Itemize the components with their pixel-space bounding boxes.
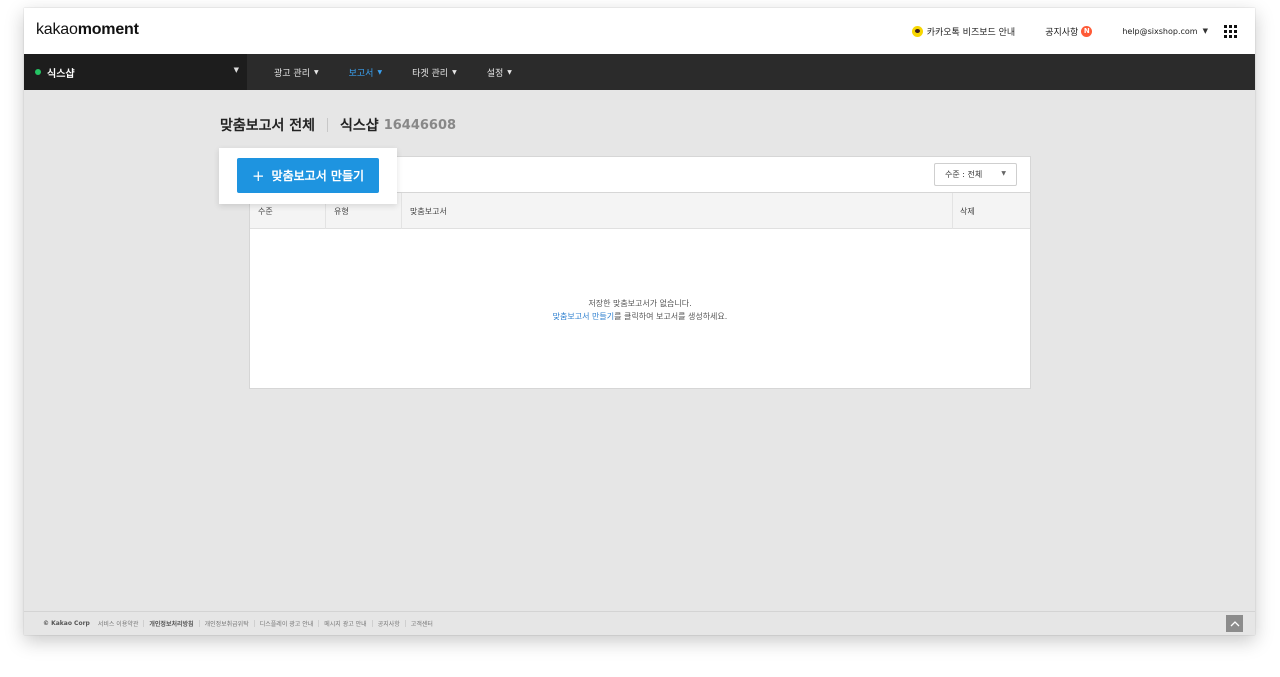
column-divider xyxy=(952,193,953,229)
nav-ad-management[interactable]: 광고 관리 ▼ xyxy=(274,66,319,79)
footer-link-support[interactable]: 고객센터 xyxy=(411,619,433,628)
footer-divider xyxy=(371,620,373,627)
caret-down-icon: ▼ xyxy=(377,68,383,76)
page-account-id: 16446608 xyxy=(383,117,457,133)
copyright: © Kakao Corp xyxy=(43,620,90,627)
status-dot-icon xyxy=(35,69,41,75)
nav-settings[interactable]: 설정 ▼ xyxy=(487,66,512,79)
level-filter-value: 수준 : 전체 xyxy=(945,170,983,179)
scroll-to-top-button[interactable] xyxy=(1226,615,1243,632)
footer-link-notice[interactable]: 공지사항 xyxy=(378,619,400,628)
bizboard-guide-link[interactable]: 카카오톡 비즈보드 안내 xyxy=(911,25,1016,38)
page-title-text: 맞춤보고서 전체 xyxy=(220,118,316,134)
nav-label: 광고 관리 xyxy=(274,68,310,79)
nav-menu: 광고 관리 ▼ 보고서 ▼ 타겟 관리 ▼ 설정 ▼ xyxy=(274,54,542,90)
footer-divider xyxy=(253,620,255,627)
nav-label: 설정 xyxy=(486,68,504,79)
notice-label: 공지사항 xyxy=(1045,27,1079,38)
caret-down-icon: ▼ xyxy=(507,68,512,76)
page-title: 맞춤보고서 전체 식스샵 16446608 xyxy=(220,115,456,135)
nav-label: 보고서 xyxy=(348,68,374,79)
column-header-delete: 삭제 xyxy=(960,207,975,216)
caret-down-icon: ▼ xyxy=(452,68,457,76)
plus-icon: + xyxy=(251,166,265,185)
header-actions: 카카오톡 비즈보드 안내 공지사항 N help@sixshop.com ▼ xyxy=(911,8,1237,54)
create-report-card: + 맞춤보고서 만들기 xyxy=(219,148,397,204)
footer: © Kakao Corp 서비스 이용약관 개인정보처리방침 개인정보취급위탁 … xyxy=(24,611,1255,635)
title-divider xyxy=(327,118,329,132)
column-header-level: 수준 xyxy=(258,207,273,216)
level-filter-select[interactable]: 수준 : 전체 ▼ xyxy=(934,163,1017,186)
notice-link[interactable]: 공지사항 N xyxy=(1045,25,1093,38)
logo-bold: moment xyxy=(77,21,139,38)
footer-divider xyxy=(198,620,200,627)
account-email: help@sixshop.com xyxy=(1122,26,1198,36)
footer-divider xyxy=(404,620,406,627)
ad-account-name: 식스샵 xyxy=(47,68,75,80)
empty-state-message: 저장한 맞춤보고서가 없습니다. 맞춤보고서 만들기를 클릭하여 보고서를 생성… xyxy=(250,297,1030,323)
chevron-up-icon xyxy=(1230,620,1239,626)
footer-links: 서비스 이용약관 개인정보처리방침 개인정보취급위탁 디스플레이 광고 안내 메… xyxy=(98,619,433,628)
column-header-type: 유형 xyxy=(334,207,349,216)
app-window: kakaomoment 카카오톡 비즈보드 안내 공지사항 N help@six… xyxy=(24,8,1255,635)
page-account-name: 식스샵 xyxy=(340,118,379,134)
create-custom-report-button[interactable]: + 맞춤보고서 만들기 xyxy=(237,158,379,193)
apps-grid-icon[interactable] xyxy=(1224,24,1237,38)
kakaomoment-logo[interactable]: kakaomoment xyxy=(36,21,139,39)
empty-state-line2-rest: 를 클릭하여 보고서를 생성하세요. xyxy=(614,312,728,321)
footer-link-terms[interactable]: 서비스 이용약관 xyxy=(98,619,139,628)
create-button-label: 맞춤보고서 만들기 xyxy=(271,169,365,183)
nav-target-management[interactable]: 타겟 관리 ▼ xyxy=(412,66,457,79)
main-nav: 식스샵 ▼ 광고 관리 ▼ 보고서 ▼ 타겟 관리 ▼ 설정 ▼ xyxy=(24,54,1255,90)
kakaotalk-icon xyxy=(911,25,923,37)
empty-state-line1: 저장한 맞춤보고서가 없습니다. xyxy=(588,299,692,308)
footer-link-display-ads[interactable]: 디스플레이 광고 안내 xyxy=(260,619,314,628)
logo-prefix: kakao xyxy=(36,21,78,38)
footer-link-message-ads[interactable]: 메시지 광고 안내 xyxy=(324,619,366,628)
new-badge: N xyxy=(1081,25,1093,37)
footer-divider xyxy=(318,620,320,627)
footer-link-privacy[interactable]: 개인정보처리방침 xyxy=(149,619,193,628)
column-header-report: 맞춤보고서 xyxy=(410,207,447,216)
caret-down-icon: ▼ xyxy=(1202,27,1208,35)
footer-divider xyxy=(143,620,145,627)
empty-state-line2: 맞춤보고서 만들기를 클릭하여 보고서를 생성하세요. xyxy=(250,310,1030,323)
ad-account-selector[interactable]: 식스샵 ▼ xyxy=(24,54,247,90)
nav-label: 타겟 관리 xyxy=(412,68,449,79)
account-menu[interactable]: help@sixshop.com ▼ xyxy=(1122,27,1208,36)
caret-down-icon: ▼ xyxy=(313,68,319,76)
column-divider xyxy=(401,193,402,229)
caret-down-icon: ▼ xyxy=(1001,170,1006,177)
footer-link-privacy-outsourcing[interactable]: 개인정보취급위탁 xyxy=(205,619,249,628)
nav-report[interactable]: 보고서 ▼ xyxy=(349,66,382,79)
bizboard-label: 카카오톡 비즈보드 안내 xyxy=(926,27,1016,38)
top-header: kakaomoment 카카오톡 비즈보드 안내 공지사항 N help@six… xyxy=(24,8,1255,54)
create-report-link[interactable]: 맞춤보고서 만들기 xyxy=(553,312,614,321)
caret-down-icon: ▼ xyxy=(233,66,239,74)
